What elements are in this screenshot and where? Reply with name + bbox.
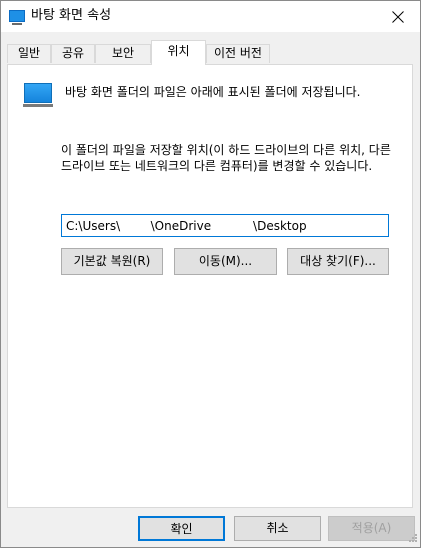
tab-strip: 일반 공유 보안 위치 이전 버전: [7, 40, 413, 65]
title-bar: 바탕 화면 속성: [1, 1, 420, 32]
window-title: 바탕 화면 속성: [31, 8, 112, 23]
properties-window: 바탕 화면 속성 일반 공유 보안 위치 이전 버전 바탕 화면 폴더의 파일은…: [0, 0, 421, 548]
find-target-button[interactable]: 대상 찾기(F)...: [287, 248, 389, 275]
location-instruction: 이 폴더의 파일을 저장할 위치(이 하드 드라이브의 다른 위치, 다른 드라…: [61, 143, 391, 173]
restore-default-button[interactable]: 기본값 복원(R): [61, 248, 163, 275]
tab-security[interactable]: 보안: [95, 44, 151, 63]
ok-button[interactable]: 확인: [138, 516, 225, 541]
close-icon: [392, 11, 404, 23]
location-path-input[interactable]: [61, 214, 389, 237]
close-button[interactable]: [376, 1, 420, 32]
tab-location[interactable]: 위치: [151, 40, 206, 65]
location-panel: 바탕 화면 폴더의 파일은 아래에 표시된 폴더에 저장됩니다. 이 폴더의 파…: [7, 64, 413, 508]
move-button[interactable]: 이동(M)...: [174, 248, 277, 275]
desktop-folder-icon: [9, 10, 25, 25]
tab-general[interactable]: 일반: [7, 44, 51, 63]
desktop-folder-icon: [23, 83, 53, 107]
apply-button[interactable]: 적용(A): [328, 516, 415, 541]
tab-previous-versions[interactable]: 이전 버전: [206, 44, 270, 63]
location-description: 바탕 화면 폴더의 파일은 아래에 표시된 폴더에 저장됩니다.: [65, 85, 361, 99]
resize-grip-icon[interactable]: [406, 533, 418, 545]
cancel-button[interactable]: 취소: [234, 516, 321, 541]
tab-sharing[interactable]: 공유: [51, 44, 95, 63]
